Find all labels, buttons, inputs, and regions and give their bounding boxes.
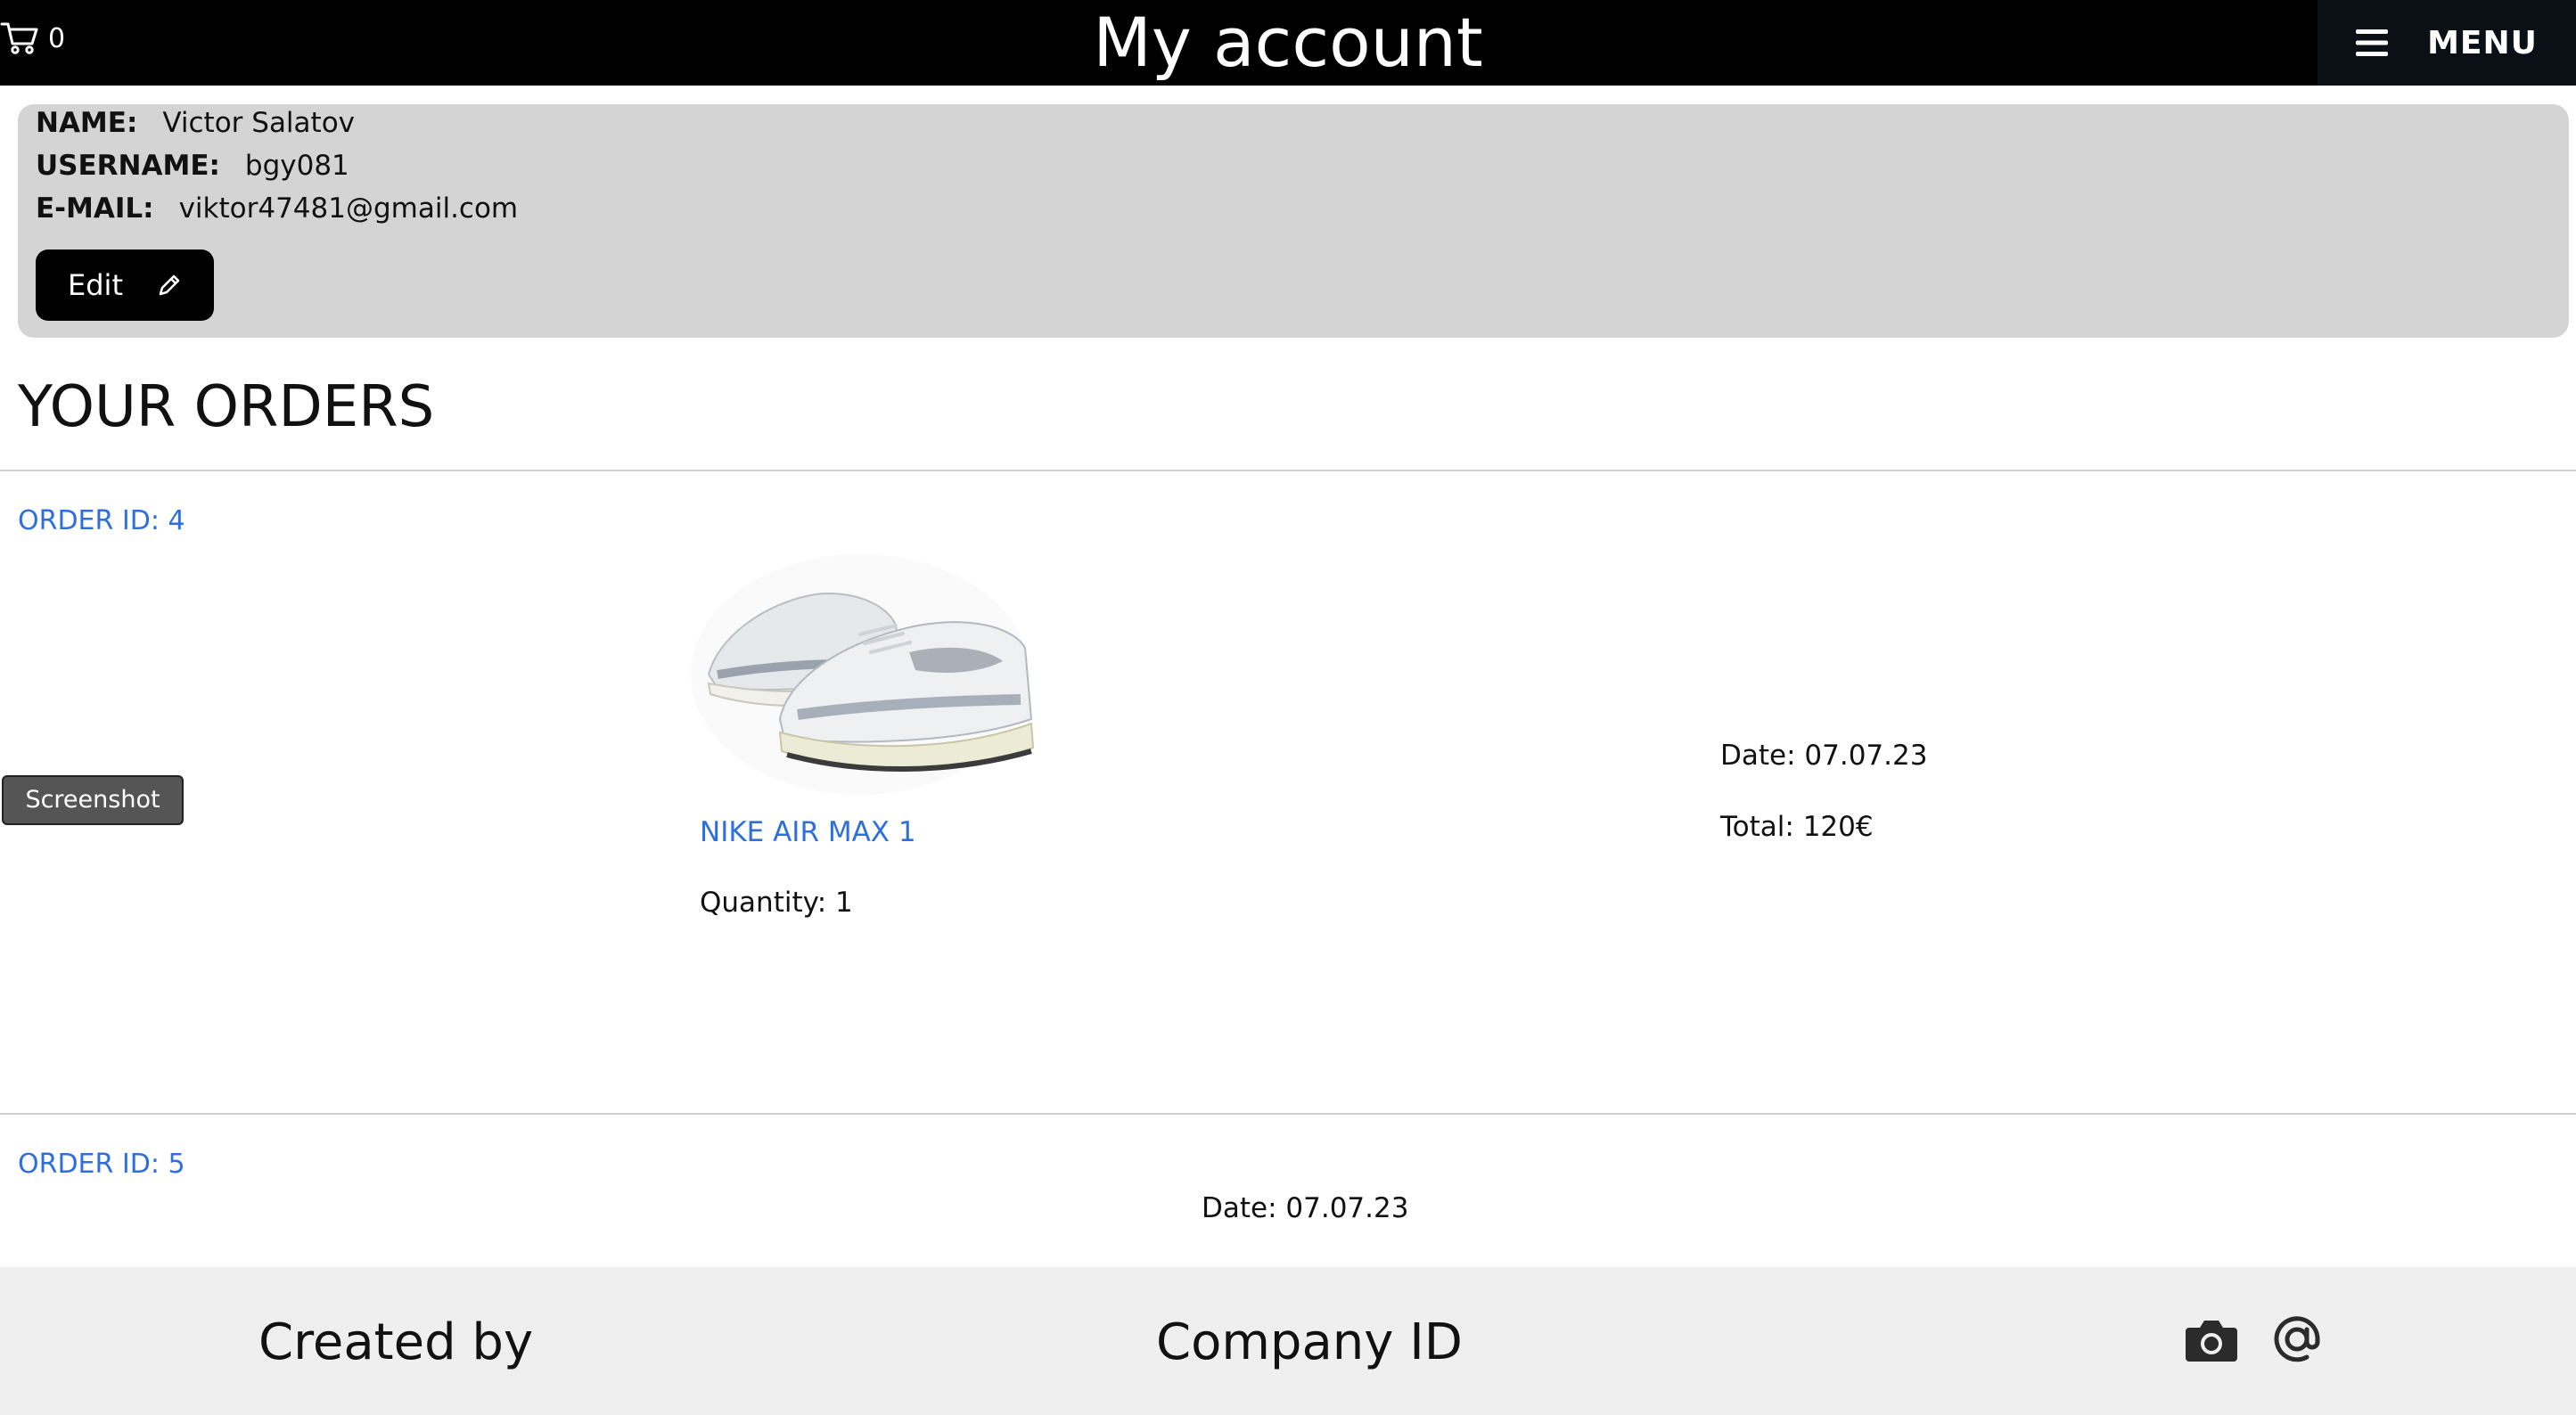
- hamburger-icon: [2356, 29, 2389, 56]
- order-id-link[interactable]: ORDER ID: 4: [18, 503, 185, 539]
- camera-icon[interactable]: [2184, 1317, 2239, 1363]
- edit-profile-button[interactable]: Edit: [36, 249, 214, 321]
- product-name-link[interactable]: NIKE AIR MAX 1: [700, 814, 916, 850]
- orders-divider: [0, 470, 2576, 471]
- pencil-icon: [159, 274, 180, 296]
- footer-company-id: Company ID: [1156, 1313, 1463, 1371]
- order-date: Date: 07.07.23: [1202, 1192, 1409, 1224]
- page: My account 0 MENU NAME: Victor Salatov US…: [0, 0, 2576, 1415]
- order-divider: [0, 1113, 2576, 1115]
- cart-button[interactable]: 0: [0, 16, 65, 61]
- order-total: Total: 120€: [1720, 811, 1874, 843]
- at-sign-icon[interactable]: [2271, 1313, 2323, 1365]
- username-label: USERNAME:: [36, 150, 220, 182]
- product-image[interactable]: [682, 541, 1038, 799]
- profile-email-row: E-MAIL: viktor47481@gmail.com: [36, 191, 518, 226]
- name-value: Victor Salatov: [162, 107, 356, 139]
- order-date: Date: 07.07.23: [1720, 740, 1928, 772]
- email-value: viktor47481@gmail.com: [178, 192, 519, 225]
- edit-label: Edit: [68, 268, 123, 302]
- top-bar: My account 0 MENU: [0, 0, 2576, 86]
- profile-panel: NAME: Victor Salatov USERNAME: bgy081 E-MA…: [18, 104, 2569, 338]
- order-quantity: Quantity: 1: [700, 887, 853, 919]
- username-value: bgy081: [244, 150, 349, 182]
- footer-created-by: Created by: [258, 1313, 534, 1371]
- name-label: NAME:: [36, 107, 138, 139]
- email-label: E-MAIL:: [36, 192, 154, 225]
- menu-button[interactable]: MENU: [2318, 0, 2576, 86]
- orders-heading: YOUR ORDERS: [18, 374, 435, 440]
- cart-count: 0: [48, 22, 66, 54]
- screenshot-button[interactable]: Screenshot: [2, 775, 184, 825]
- footer: Created by Company ID: [0, 1267, 2576, 1415]
- profile-name-row: NAME: Victor Salatov: [36, 105, 355, 141]
- menu-label: MENU: [2427, 24, 2538, 61]
- cart-icon: [0, 22, 38, 54]
- profile-username-row: USERNAME: bgy081: [36, 148, 349, 184]
- order-id-link[interactable]: ORDER ID: 5: [18, 1147, 185, 1182]
- page-title: My account: [1093, 3, 1483, 82]
